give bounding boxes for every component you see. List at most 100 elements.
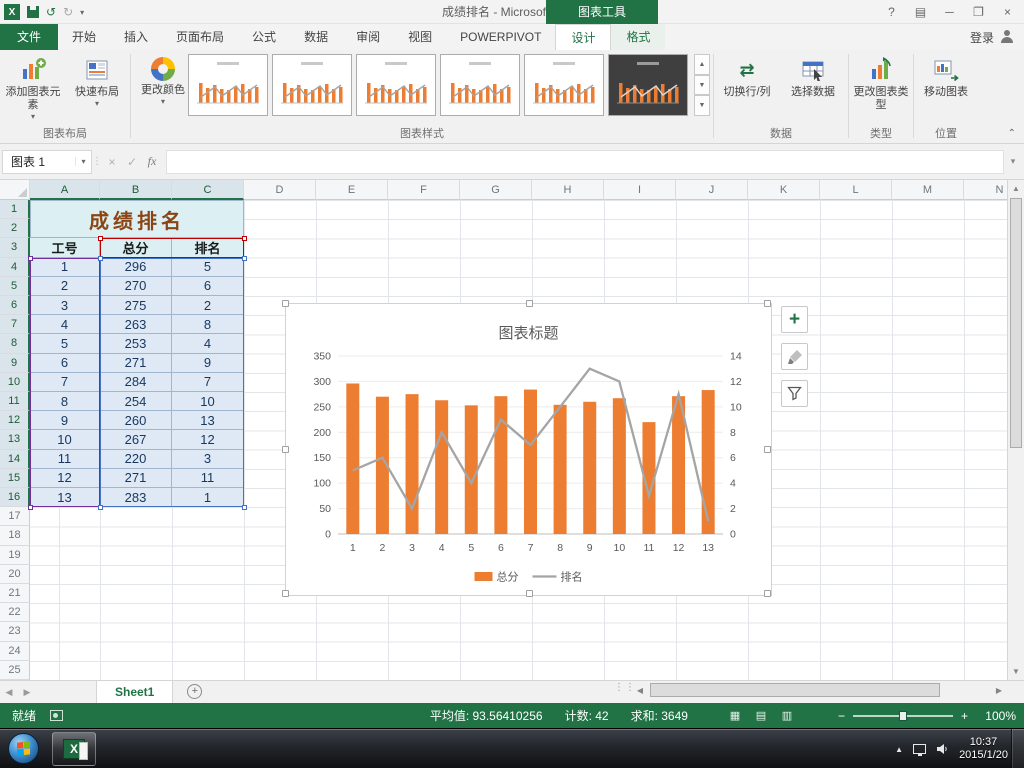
zoom-percent[interactable]: 100% [976,709,1016,723]
tab-公式[interactable]: 公式 [238,24,290,50]
zoom-slider[interactable] [852,710,953,721]
table-data-cell[interactable]: 2 [172,296,244,316]
scroll-up-icon[interactable]: ▲ [1008,180,1024,197]
column-header-I[interactable]: I [604,180,676,200]
zoom-thumb[interactable] [898,710,907,721]
show-desktop-button[interactable] [1011,729,1024,768]
table-data-cell[interactable]: 12 [30,468,100,488]
table-title-cell[interactable]: 成绩排名 [30,200,244,239]
row-header-21[interactable]: 21 [0,584,30,604]
next-sheet-icon[interactable]: ▶ [18,681,36,703]
row-header-1[interactable]: 1 [0,200,30,220]
gallery-more-icon[interactable]: ▼ [694,95,710,117]
tab-插入[interactable]: 插入 [110,24,162,50]
row-header-16[interactable]: 16 [0,488,30,508]
table-data-cell[interactable]: 270 [100,276,172,296]
start-button[interactable] [8,733,39,764]
table-data-cell[interactable]: 3 [30,296,100,316]
chart-selection-handle[interactable] [764,446,771,453]
column-header-L[interactable]: L [820,180,892,200]
table-data-cell[interactable]: 6 [172,276,244,296]
chart-style-thumbnail[interactable] [188,54,268,116]
row-header-12[interactable]: 12 [0,411,30,431]
scroll-down-icon[interactable]: ▼ [1008,663,1024,680]
table-data-cell[interactable]: 284 [100,372,172,392]
chart-style-thumbnail[interactable] [356,54,436,116]
gallery-down-icon[interactable]: ▼ [694,74,710,96]
column-header-D[interactable]: D [244,180,316,200]
table-data-cell[interactable]: 260 [100,411,172,431]
change-chart-type-button[interactable]: 更改图表类型 [850,53,912,125]
normal-view-icon[interactable]: ▦ [724,707,746,725]
horizontal-scroll-thumb[interactable] [650,683,940,697]
chart-elements-button[interactable]: + [781,306,808,333]
table-data-cell[interactable]: 6 [30,353,100,373]
network-icon[interactable] [913,744,927,756]
switch-row-column-button[interactable]: ⇄ 切换行/列 [716,53,778,125]
minimize-button[interactable]: ─ [935,0,964,24]
row-header-19[interactable]: 19 [0,545,30,565]
row-header-8[interactable]: 8 [0,334,30,354]
table-data-cell[interactable]: 11 [172,468,244,488]
table-data-cell[interactable]: 8 [172,315,244,335]
row-header-10[interactable]: 10 [0,372,30,392]
vertical-scrollbar[interactable]: ▲ ▼ [1007,180,1024,680]
column-header-K[interactable]: K [748,180,820,200]
table-data-cell[interactable]: 5 [172,257,244,277]
chart-selection-handle[interactable] [764,300,771,307]
excel-logo-icon[interactable]: X [4,4,20,20]
chart-selection-handle[interactable] [282,590,289,597]
table-data-cell[interactable]: 271 [100,353,172,373]
scroll-right-icon[interactable]: ▶ [991,682,1007,699]
sign-in-area[interactable]: 登录 [970,24,1024,50]
name-box-dropdown-icon[interactable]: ▾ [75,157,91,166]
row-header-22[interactable]: 22 [0,603,30,623]
table-data-cell[interactable]: 3 [172,449,244,469]
ribbon-display-button[interactable]: ▤ [906,0,935,24]
prev-sheet-icon[interactable]: ◀ [0,681,18,703]
tab-视图[interactable]: 视图 [394,24,446,50]
formula-input[interactable] [166,149,1004,174]
chart-filters-button[interactable] [781,380,808,407]
save-icon[interactable] [27,6,39,18]
page-layout-view-icon[interactable]: ▤ [750,707,772,725]
table-header-cell[interactable]: 工号 [30,238,100,258]
row-header-4[interactable]: 4 [0,257,30,277]
table-header-cell[interactable]: 总分 [100,238,172,258]
macro-record-icon[interactable] [50,710,64,721]
tab-页面布局[interactable]: 页面布局 [162,24,238,50]
tab-file[interactable]: 文件 [0,24,58,50]
change-colors-button[interactable]: 更改颜色 ▾ [132,53,194,125]
chart-selection-handle[interactable] [526,590,533,597]
table-data-cell[interactable]: 7 [30,372,100,392]
chart-object[interactable]: 图表标题 0 50 100 150 200 250 300 350 0 2 4 6 8 10 12 14 1 2 3 4… [282,300,772,597]
table-data-cell[interactable]: 254 [100,392,172,412]
restore-button[interactable]: ❐ [964,0,993,24]
table-data-cell[interactable]: 10 [172,392,244,412]
tab-数据[interactable]: 数据 [290,24,342,50]
column-header-G[interactable]: G [460,180,532,200]
column-header-J[interactable]: J [676,180,748,200]
row-header-24[interactable]: 24 [0,641,30,661]
table-data-cell[interactable]: 7 [172,372,244,392]
table-header-cell[interactable]: 排名 [172,238,244,258]
chart-style-thumbnail[interactable] [608,54,688,116]
table-data-cell[interactable]: 12 [172,430,244,450]
chart-selection-handle[interactable] [282,446,289,453]
table-data-cell[interactable]: 1 [30,257,100,277]
table-data-cell[interactable]: 296 [100,257,172,277]
chart-style-thumbnail[interactable] [440,54,520,116]
collapse-ribbon-icon[interactable]: ⌃ [1008,128,1016,139]
table-data-cell[interactable]: 220 [100,449,172,469]
help-button[interactable]: ? [877,0,906,24]
table-data-cell[interactable]: 8 [30,392,100,412]
table-data-cell[interactable]: 9 [30,411,100,431]
table-data-cell[interactable]: 5 [30,334,100,354]
tab-POWERPIVOT[interactable]: POWERPIVOT [446,24,555,50]
table-data-cell[interactable]: 13 [30,488,100,508]
row-header-15[interactable]: 15 [0,468,30,488]
column-header-C[interactable]: C [172,180,244,200]
row-header-6[interactable]: 6 [0,296,30,316]
table-data-cell[interactable]: 263 [100,315,172,335]
table-data-cell[interactable]: 11 [30,449,100,469]
